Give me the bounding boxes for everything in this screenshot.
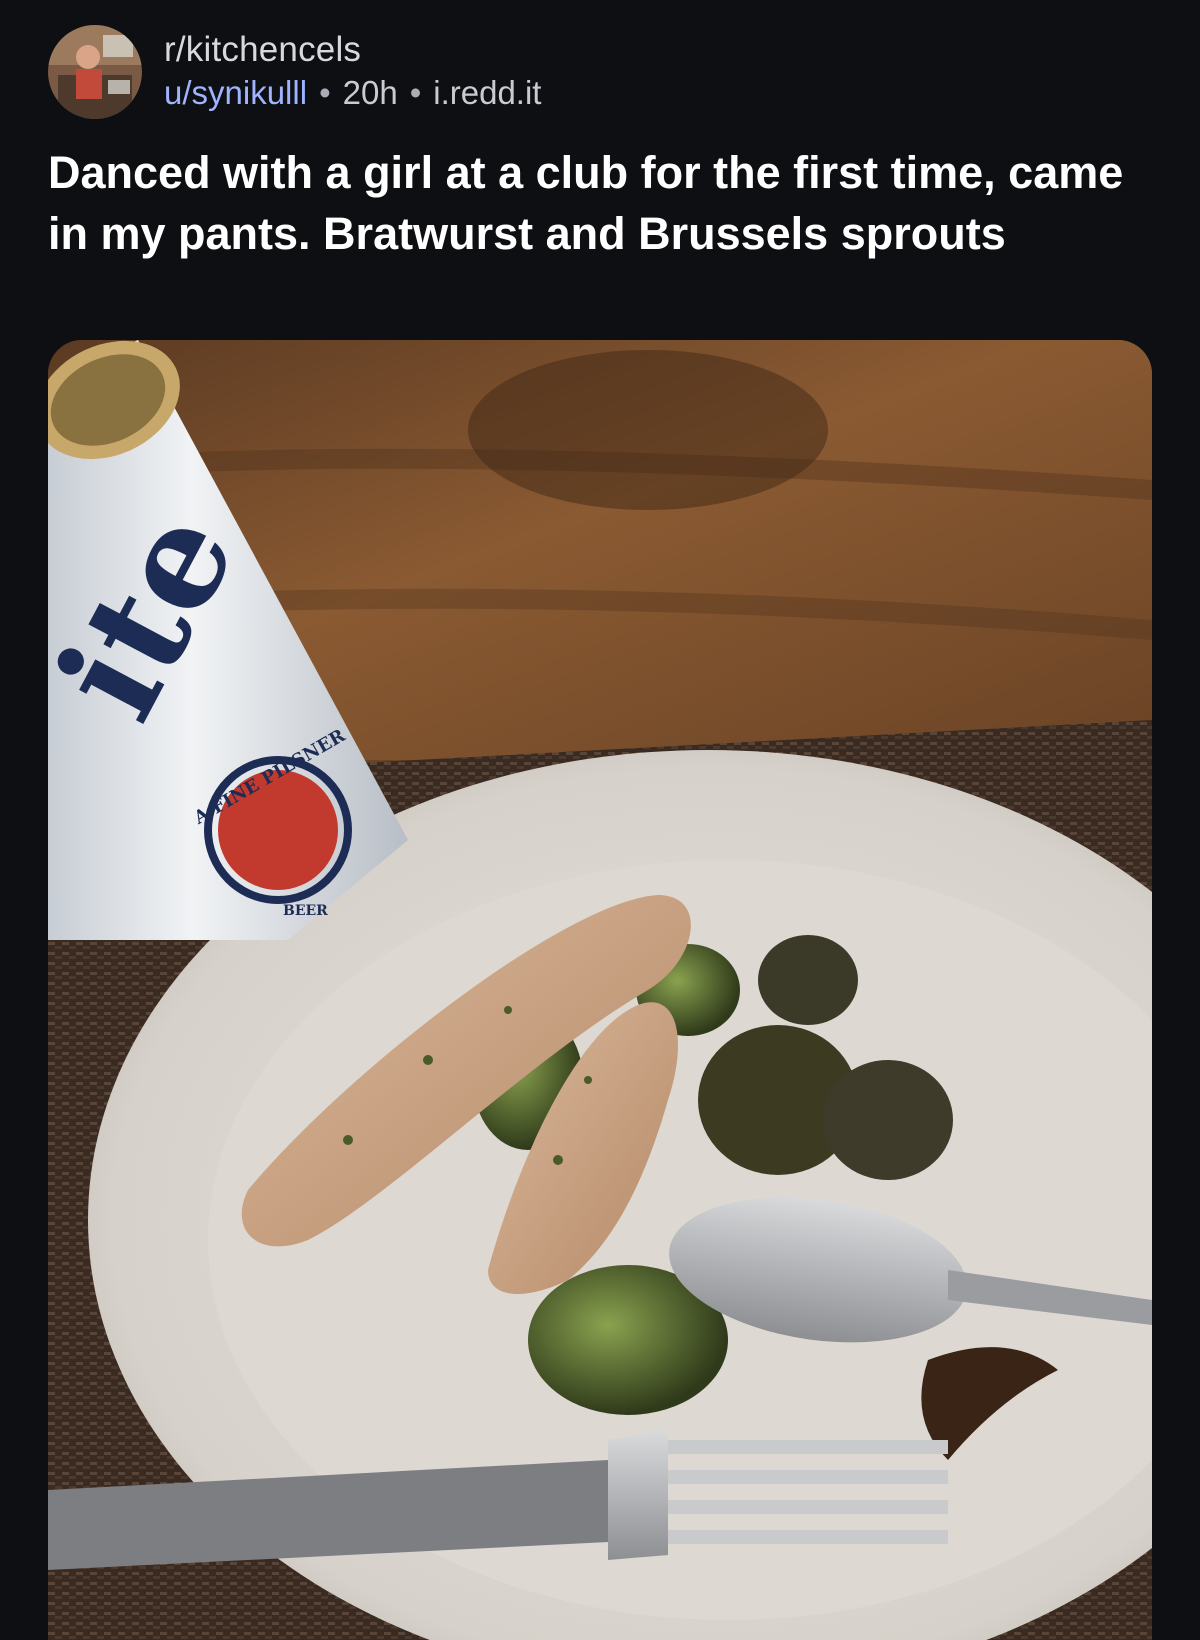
subreddit-name[interactable]: r/kitchencels xyxy=(164,29,541,71)
post-header: r/kitchencels u/synikulll • 20h • i.redd… xyxy=(48,22,541,122)
meta-separator: • xyxy=(409,74,422,111)
meta-separator: • xyxy=(319,74,331,111)
post-time: 20h xyxy=(342,74,398,111)
can-bottom-text: BEER xyxy=(283,903,328,919)
post-image[interactable]: ite A FINE PILSNER BEER xyxy=(48,340,1152,1640)
subreddit-avatar-icon[interactable] xyxy=(48,25,142,119)
author-username[interactable]: u/synikulll xyxy=(164,71,307,115)
post-title[interactable]: Danced with a girl at a club for the fir… xyxy=(48,142,1158,264)
post-domain[interactable]: i.redd.it xyxy=(433,71,541,115)
